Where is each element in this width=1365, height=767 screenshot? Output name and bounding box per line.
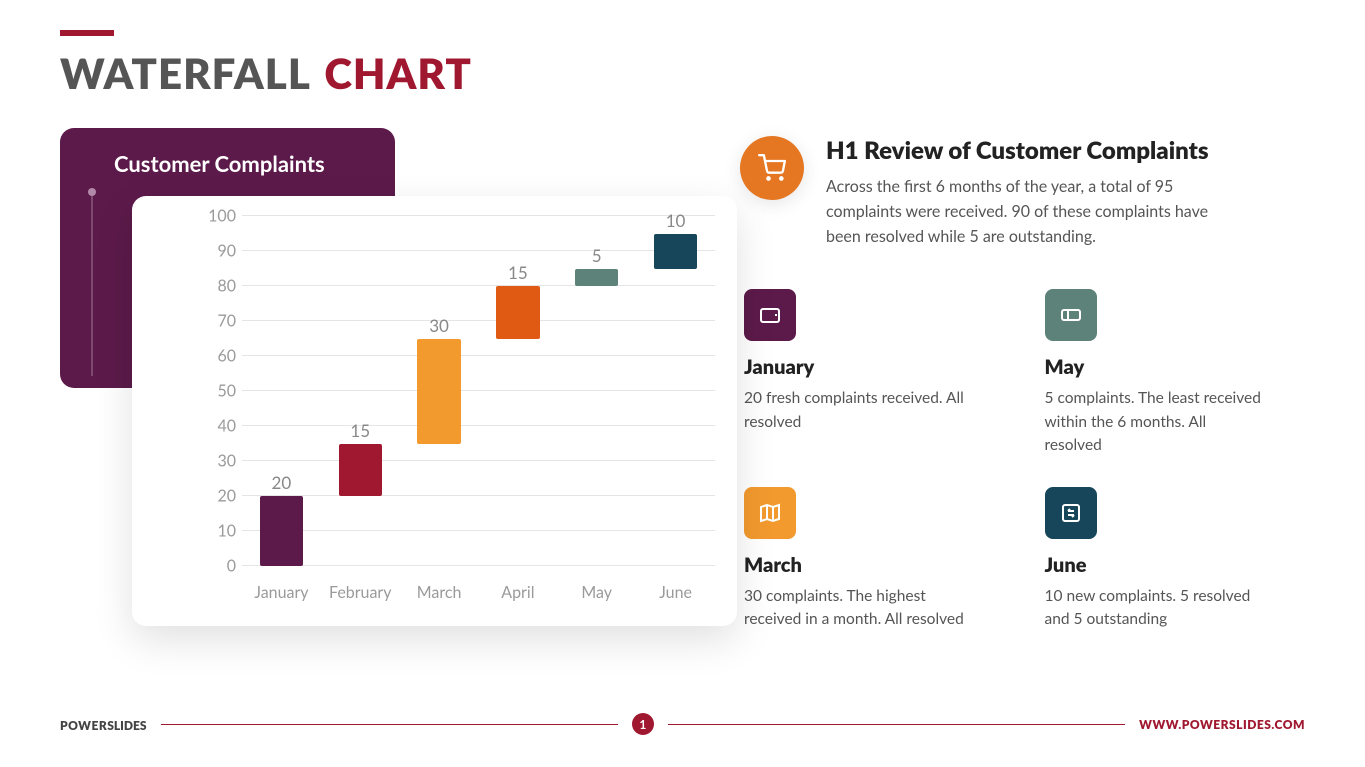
bar-value-label: 15	[496, 262, 539, 283]
y-tick-label: 90	[202, 242, 236, 261]
detail-month: January	[744, 355, 1005, 379]
review-body: Across the first 6 months of the year, a…	[826, 175, 1246, 249]
map-icon	[744, 487, 796, 539]
grid-line	[242, 425, 715, 426]
bar-value-label: 15	[339, 420, 382, 441]
grid-line	[242, 285, 715, 286]
y-tick-label: 0	[202, 557, 236, 576]
footer-rule-left	[161, 724, 618, 725]
y-tick-label: 20	[202, 487, 236, 506]
ticket-icon	[1045, 289, 1097, 341]
x-tick-label: June	[636, 583, 715, 602]
x-axis-labels: JanuaryFebruaryMarchAprilMayJune	[242, 583, 715, 602]
waterfall-plot: 010203040506070809010020153015510	[242, 216, 715, 566]
page-number: 1	[632, 713, 654, 735]
detail-body: 5 complaints. The least received within …	[1045, 387, 1265, 457]
grid-line	[242, 215, 715, 216]
info-column: H1 Review of Customer Complaints Across …	[740, 128, 1305, 632]
footer-brand-b: SLIDES	[107, 718, 146, 733]
detail-grid: January 20 fresh complaints received. All…	[740, 289, 1305, 631]
grid-line	[242, 320, 715, 321]
grid-line	[242, 390, 715, 391]
chart-bar: 20	[260, 496, 303, 566]
cart-icon	[740, 136, 804, 200]
bar-value-label: 20	[260, 472, 303, 493]
swap-icon	[1045, 487, 1097, 539]
footer-rule-right	[668, 724, 1125, 725]
y-tick-label: 70	[202, 312, 236, 331]
grid-line	[242, 355, 715, 356]
chart-bar: 30	[417, 339, 460, 444]
detail-month: May	[1045, 355, 1306, 379]
bar-value-label: 10	[654, 210, 697, 231]
decorative-line	[91, 196, 93, 376]
slide: WATERFALL CHART Customer Complaints 0 10 2…	[0, 0, 1365, 767]
review-header: H1 Review of Customer Complaints Across …	[740, 136, 1305, 249]
title-word-1: WATERFALL	[60, 48, 310, 98]
footer-site: WWW.POWERSLIDES.COM	[1139, 717, 1305, 732]
y-tick-label: 30	[202, 452, 236, 471]
x-tick-label: January	[242, 583, 321, 602]
y-tick-label: 60	[202, 347, 236, 366]
detail-body: 20 fresh complaints received. All resolv…	[744, 387, 964, 434]
chart-bar: 10	[654, 234, 697, 269]
wallet-icon	[744, 289, 796, 341]
chart-bar: 15	[339, 444, 382, 497]
y-tick-label: 50	[202, 382, 236, 401]
detail-item: June 10 new complaints. 5 resolved and 5 …	[1045, 487, 1306, 632]
title-accent	[60, 30, 114, 36]
page-title: WATERFALL CHART	[60, 48, 1305, 98]
chart-bar: 15	[496, 286, 539, 339]
footer-brand: POWERSLIDES	[60, 715, 147, 734]
chart-title: Customer Complaints	[86, 150, 369, 177]
y-tick-label: 100	[202, 207, 236, 226]
chart-card: 0 10 20 30 40 50 60 70 80 90 100 20 15 30 15 5 10 Januar…	[132, 196, 737, 626]
bar-value-label: 5	[575, 245, 618, 266]
y-tick-label: 40	[202, 417, 236, 436]
x-tick-label: February	[321, 583, 400, 602]
x-tick-label: April	[478, 583, 557, 602]
bar-value-label: 30	[417, 315, 460, 336]
review-text: H1 Review of Customer Complaints Across …	[826, 136, 1246, 249]
grid-line	[242, 495, 715, 496]
chart-bar: 5	[575, 269, 618, 287]
y-tick-label: 10	[202, 522, 236, 541]
grid-line	[242, 565, 715, 566]
detail-item: March 30 complaints. The highest received…	[744, 487, 1005, 632]
review-title: H1 Review of Customer Complaints	[826, 136, 1246, 165]
y-tick-label: 80	[202, 277, 236, 296]
chart-column: Customer Complaints 0 10 20 30 40 50 60 70 80 90 1…	[60, 128, 700, 632]
x-tick-label: May	[557, 583, 636, 602]
footer: POWERSLIDES 1 WWW.POWERSLIDES.COM	[60, 713, 1305, 735]
detail-body: 10 new complaints. 5 resolved and 5 outs…	[1045, 585, 1265, 632]
detail-body: 30 complaints. The highest received in a…	[744, 585, 964, 632]
grid-line	[242, 530, 715, 531]
detail-month: March	[744, 553, 1005, 577]
detail-item: January 20 fresh complaints received. All…	[744, 289, 1005, 457]
detail-month: June	[1045, 553, 1306, 577]
decorative-dot-icon	[88, 188, 96, 196]
grid-line	[242, 250, 715, 251]
content: Customer Complaints 0 10 20 30 40 50 60 70 80 90 1…	[60, 128, 1305, 632]
x-tick-label: March	[400, 583, 479, 602]
grid-line	[242, 460, 715, 461]
detail-item: May 5 complaints. The least received with…	[1045, 289, 1306, 457]
title-word-2: CHART	[324, 48, 472, 98]
footer-brand-a: POWER	[60, 718, 107, 733]
